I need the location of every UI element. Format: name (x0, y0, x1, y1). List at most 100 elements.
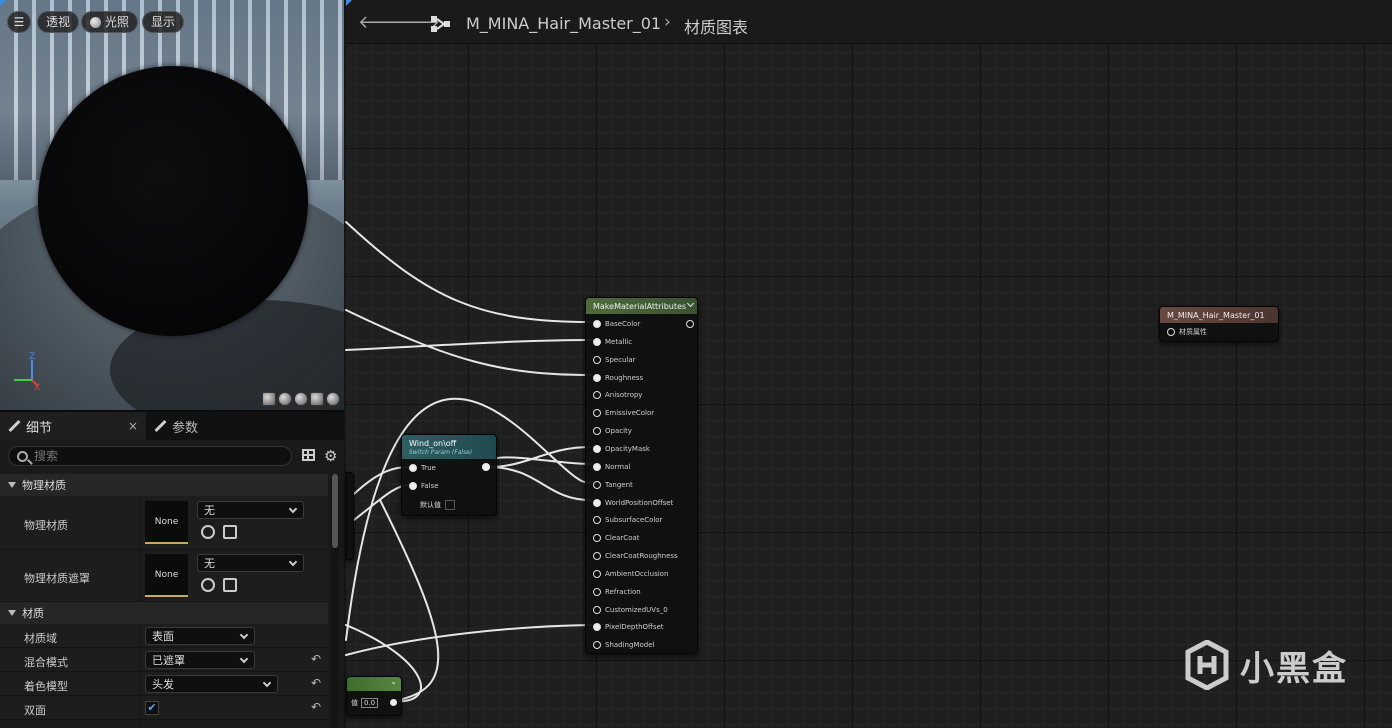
pin-clearcoat[interactable]: ClearCoat (593, 533, 640, 543)
pin-shadingmodel[interactable]: ShadingModel (593, 640, 654, 650)
pin-emissivecolor[interactable]: EmissiveColor (593, 408, 654, 418)
pin-normal[interactable]: Normal (593, 462, 630, 472)
teapot-preview-icon[interactable] (326, 392, 340, 406)
pin-clearcoatroughness[interactable]: ClearCoatRoughness (593, 551, 678, 561)
details-search[interactable] (8, 446, 292, 466)
pin-connector[interactable] (593, 355, 601, 364)
pin-roughness[interactable]: Roughness (593, 373, 643, 383)
show-button[interactable]: 显示 (142, 11, 185, 33)
pin-connector[interactable] (593, 373, 601, 382)
pin-connector[interactable] (593, 409, 601, 418)
pin-connector[interactable] (593, 337, 601, 346)
pin-connector[interactable] (593, 641, 601, 650)
pin-connector[interactable] (593, 623, 601, 632)
cube-preview-icon[interactable] (310, 392, 324, 406)
asset-picker-combo[interactable]: 无 (197, 554, 304, 572)
partial-node-left[interactable] (346, 472, 354, 560)
pin-anisotropy[interactable]: Anisotropy (593, 390, 642, 400)
lighting-button[interactable]: 光照 (81, 11, 139, 33)
pin-refraction[interactable]: Refraction (593, 587, 641, 597)
pin-connector[interactable] (593, 534, 601, 543)
pin-specular[interactable]: Specular (593, 355, 636, 365)
pin-connector[interactable] (409, 482, 417, 490)
pin-opacity[interactable]: Opacity (593, 426, 632, 436)
close-tab-icon[interactable]: × (128, 419, 138, 433)
node-title: MakeMaterialAttributes (593, 301, 687, 311)
pin-connector[interactable] (593, 516, 601, 525)
reset-arrow-icon[interactable]: ↶ (311, 700, 321, 714)
node-header[interactable]: M_MINA_Hair_Master_01 (1160, 307, 1278, 323)
pin-connector[interactable] (593, 480, 601, 489)
output-pin[interactable] (686, 320, 694, 328)
section-physical-material[interactable]: 物理材质 (0, 474, 328, 496)
breadcrumb-asset[interactable]: M_MINA_Hair_Master_01 (466, 14, 661, 33)
asset-thumbnail[interactable]: None (145, 554, 188, 597)
pin-connector[interactable] (593, 587, 601, 596)
reset-arrow-icon[interactable]: ↶ (311, 652, 321, 666)
pin-basecolor[interactable]: BaseColor (593, 319, 640, 329)
use-selected-icon[interactable] (201, 578, 215, 592)
browse-asset-icon[interactable] (223, 525, 237, 539)
tab-details[interactable]: 细节 × (0, 412, 146, 440)
default-value-checkbox[interactable] (445, 500, 455, 510)
value-field[interactable]: 0.0 (361, 698, 379, 708)
make-material-attributes-node[interactable]: MakeMaterialAttributes BaseColor Metallic… (585, 297, 698, 654)
browse-asset-icon[interactable] (223, 578, 237, 592)
details-scrollbar[interactable] (331, 474, 339, 728)
shading-model-select[interactable]: 头发 (145, 675, 278, 693)
pin-metallic[interactable]: Metallic (593, 337, 632, 347)
pin-connector[interactable] (593, 498, 601, 507)
pin-true[interactable]: True (409, 463, 436, 473)
pin-customizeduvs_0[interactable]: CustomizedUVs_0 (593, 605, 668, 615)
pin-connector[interactable] (593, 427, 601, 436)
cylinder-preview-icon[interactable] (262, 392, 276, 406)
table-view-icon[interactable] (302, 449, 315, 461)
gear-icon[interactable]: ⚙ (324, 447, 337, 465)
plane-preview-icon[interactable] (294, 392, 308, 406)
two-sided-checkbox[interactable]: ✔ (145, 701, 159, 715)
pin-connector[interactable] (593, 462, 601, 471)
pin-pixeldepthoffset[interactable]: PixelDepthOffset (593, 622, 664, 632)
asset-thumbnail[interactable]: None (145, 501, 188, 544)
pin-connector[interactable] (593, 444, 601, 453)
pin-subsurfacecolor[interactable]: SubsurfaceColor (593, 515, 662, 525)
reset-arrow-icon[interactable]: ↶ (311, 676, 321, 690)
use-selected-icon[interactable] (201, 525, 215, 539)
chevron-down-icon[interactable] (686, 299, 695, 308)
pin-connector[interactable] (593, 605, 601, 614)
pin-tangent[interactable]: Tangent (593, 480, 633, 490)
preview-viewport[interactable]: ☰ 透视 光照 显示 Z X (0, 0, 344, 410)
node-header[interactable]: ⌄ (347, 677, 401, 691)
pin-connector[interactable] (593, 569, 601, 578)
partial-scalar-node[interactable]: ⌄ 值 0.0 (346, 676, 402, 716)
pin-connector[interactable] (593, 391, 601, 400)
output-pin[interactable] (482, 463, 490, 471)
viewport-menu-button[interactable]: ☰ (7, 11, 31, 33)
wind-switch-node[interactable]: Wind_on\off Switch Param (False) True Fa… (401, 434, 497, 516)
graph-toolbar: 🡐 🡒 M_MINA_Hair_Master_01 › 材质图表 (346, 0, 1392, 44)
node-header[interactable]: MakeMaterialAttributes (586, 298, 697, 314)
material-domain-select[interactable]: 表面 (145, 627, 255, 645)
pin-connector[interactable] (409, 464, 417, 472)
scrollbar-thumb[interactable] (332, 474, 338, 548)
pin-connector[interactable] (1167, 328, 1175, 336)
node-header[interactable]: Wind_on\off Switch Param (False) (402, 435, 496, 459)
chevron-down-icon[interactable]: ⌄ (390, 677, 397, 686)
pin-opacitymask[interactable]: OpacityMask (593, 444, 650, 454)
pin-connector[interactable] (593, 320, 601, 328)
perspective-button[interactable]: 透视 (37, 11, 80, 33)
tab-parameters[interactable]: 参数 (146, 412, 206, 440)
pin-material-attributes[interactable]: 材质属性 (1167, 327, 1207, 337)
search-input[interactable] (34, 449, 274, 463)
pin-ambientocclusion[interactable]: AmbientOcclusion (593, 569, 668, 579)
output-pin[interactable] (390, 699, 397, 706)
pin-connector[interactable] (593, 552, 601, 561)
pin-worldpositionoffset[interactable]: WorldPositionOffset (593, 498, 673, 508)
blend-mode-select[interactable]: 已遮罩 (145, 651, 255, 669)
sphere-preview-icon[interactable] (278, 392, 292, 406)
material-result-node[interactable]: M_MINA_Hair_Master_01 材质属性 (1159, 306, 1279, 342)
section-material[interactable]: 材质 (0, 602, 328, 624)
material-graph-canvas[interactable] (346, 0, 1392, 728)
asset-picker-combo[interactable]: 无 (197, 501, 304, 519)
pin-false[interactable]: False (409, 481, 439, 491)
